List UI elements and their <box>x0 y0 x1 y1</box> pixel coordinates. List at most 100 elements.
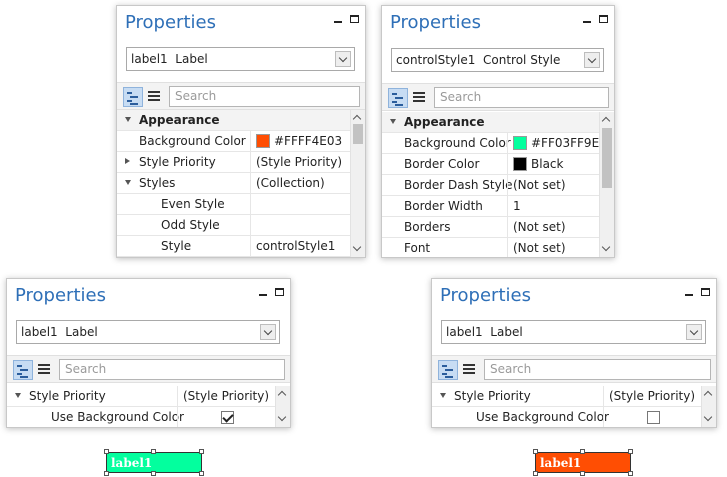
property-grid: Style Priority (Style Priority) Use Back… <box>7 386 290 427</box>
panel-title: Properties <box>15 285 106 306</box>
resize-handle[interactable] <box>199 449 204 454</box>
panel-title: Properties <box>440 285 531 306</box>
maximize-icon[interactable] <box>275 288 284 296</box>
resize-handle[interactable] <box>104 449 109 454</box>
dropdown-arrow[interactable] <box>584 52 600 68</box>
label-control-green[interactable]: label1 <box>104 449 204 476</box>
scroll-down-icon[interactable] <box>352 242 362 252</box>
selector-object-type: Control Style <box>483 53 561 67</box>
toolbar: Search <box>117 82 365 110</box>
maximize-icon[interactable] <box>701 288 710 296</box>
minimize-icon[interactable] <box>334 21 342 23</box>
property-row[interactable]: Odd Style <box>117 215 352 236</box>
search-input[interactable]: Search <box>169 86 360 107</box>
label-control-text: label1 <box>106 452 202 473</box>
categorized-view-icon[interactable] <box>123 87 143 107</box>
properties-panel-3: Properties label1 Label Search Style Pri… <box>6 278 291 428</box>
resize-handle[interactable] <box>580 471 585 476</box>
scroll-up-icon[interactable] <box>277 390 287 400</box>
collapse-arrow-icon[interactable] <box>15 393 21 398</box>
dropdown-arrow[interactable] <box>686 324 702 340</box>
property-row[interactable]: Even Style <box>117 194 352 215</box>
object-selector[interactable]: label1 Label <box>16 320 280 344</box>
property-row[interactable]: Border Width 1 <box>382 196 601 217</box>
scroll-up-icon[interactable] <box>703 390 713 400</box>
object-selector[interactable]: label1 Label <box>126 47 355 71</box>
collapse-arrow-icon[interactable] <box>440 393 446 398</box>
search-input[interactable]: Search <box>59 359 285 380</box>
resize-handle[interactable] <box>628 471 633 476</box>
scroll-up-icon[interactable] <box>352 114 362 124</box>
collapse-arrow-icon[interactable] <box>390 119 396 124</box>
window-controls <box>259 288 284 296</box>
resize-handle[interactable] <box>151 449 156 454</box>
property-row[interactable]: Style controlStyle1 <box>117 236 352 257</box>
maximize-icon[interactable] <box>599 15 608 23</box>
property-row[interactable]: Background Color #FF03FF9E <box>382 133 601 154</box>
property-row[interactable]: Border Color Black <box>382 154 601 175</box>
scroll-down-icon[interactable] <box>703 412 713 422</box>
vertical-scrollbar[interactable] <box>275 386 290 427</box>
alphabetical-view-icon[interactable] <box>413 92 425 102</box>
scroll-down-icon[interactable] <box>601 242 611 252</box>
collapse-arrow-icon[interactable] <box>125 180 131 185</box>
scroll-up-icon[interactable] <box>601 116 611 126</box>
window-controls <box>685 288 710 296</box>
chevron-down-icon <box>263 326 273 335</box>
categorized-view-icon[interactable] <box>388 88 408 108</box>
alphabetical-view-icon[interactable] <box>148 91 160 101</box>
property-row[interactable]: Style Priority (Style Priority) <box>432 386 703 407</box>
maximize-icon[interactable] <box>350 15 359 23</box>
vertical-scrollbar[interactable] <box>350 110 365 257</box>
scroll-thumb[interactable] <box>353 124 363 144</box>
property-row[interactable]: Style Priority (Style Priority) <box>7 386 277 407</box>
resize-handle[interactable] <box>533 449 538 454</box>
color-swatch <box>513 136 527 150</box>
minimize-icon[interactable] <box>685 294 693 296</box>
category-row[interactable]: Appearance <box>117 110 352 131</box>
panel-title: Properties <box>125 12 216 33</box>
dropdown-arrow[interactable] <box>260 324 276 340</box>
categorized-view-icon[interactable] <box>13 360 33 380</box>
vertical-scrollbar[interactable] <box>599 112 614 257</box>
search-input[interactable]: Search <box>484 359 711 380</box>
resize-handle[interactable] <box>628 449 633 454</box>
chevron-down-icon <box>587 54 597 63</box>
alphabetical-view-icon[interactable] <box>38 364 50 374</box>
use-background-color-checkbox[interactable] <box>647 411 660 424</box>
property-row[interactable]: Border Dash Style (Not set) <box>382 175 601 196</box>
expand-arrow-icon[interactable] <box>125 158 130 164</box>
search-input[interactable]: Search <box>434 87 609 108</box>
resize-handle[interactable] <box>199 471 204 476</box>
use-background-color-checkbox[interactable] <box>221 411 234 424</box>
property-row[interactable]: Style Priority (Style Priority) <box>117 152 352 173</box>
property-row[interactable]: Font (Not set) <box>382 238 601 257</box>
property-row[interactable]: Use Background Color <box>7 407 277 427</box>
property-grid: Appearance Background Color #FF03FF9E Bo… <box>382 112 614 257</box>
color-swatch <box>513 157 527 171</box>
scroll-thumb[interactable] <box>602 128 612 188</box>
chevron-down-icon <box>338 53 348 62</box>
minimize-icon[interactable] <box>259 294 267 296</box>
object-selector[interactable]: controlStyle1 Control Style <box>391 48 604 72</box>
scroll-down-icon[interactable] <box>277 412 287 422</box>
categorized-view-icon[interactable] <box>438 360 458 380</box>
resize-handle[interactable] <box>151 471 156 476</box>
property-row[interactable]: Borders (Not set) <box>382 217 601 238</box>
resize-handle[interactable] <box>580 449 585 454</box>
property-row[interactable]: Use Background Color <box>432 407 703 427</box>
label-control-text: label1 <box>535 452 631 473</box>
minimize-icon[interactable] <box>583 21 591 23</box>
property-row[interactable]: Styles (Collection) <box>117 173 352 194</box>
properties-panel-1: Properties label1 Label Search Appearanc… <box>116 5 366 258</box>
resize-handle[interactable] <box>104 471 109 476</box>
object-selector[interactable]: label1 Label <box>441 320 706 344</box>
category-row[interactable]: Appearance <box>382 112 601 133</box>
collapse-arrow-icon[interactable] <box>125 117 131 122</box>
label-control-orange[interactable]: label1 <box>533 449 633 476</box>
vertical-scrollbar[interactable] <box>701 386 716 427</box>
dropdown-arrow[interactable] <box>335 51 351 67</box>
property-row[interactable]: Background Color #FFFF4E03 <box>117 131 352 152</box>
resize-handle[interactable] <box>533 471 538 476</box>
alphabetical-view-icon[interactable] <box>463 364 475 374</box>
